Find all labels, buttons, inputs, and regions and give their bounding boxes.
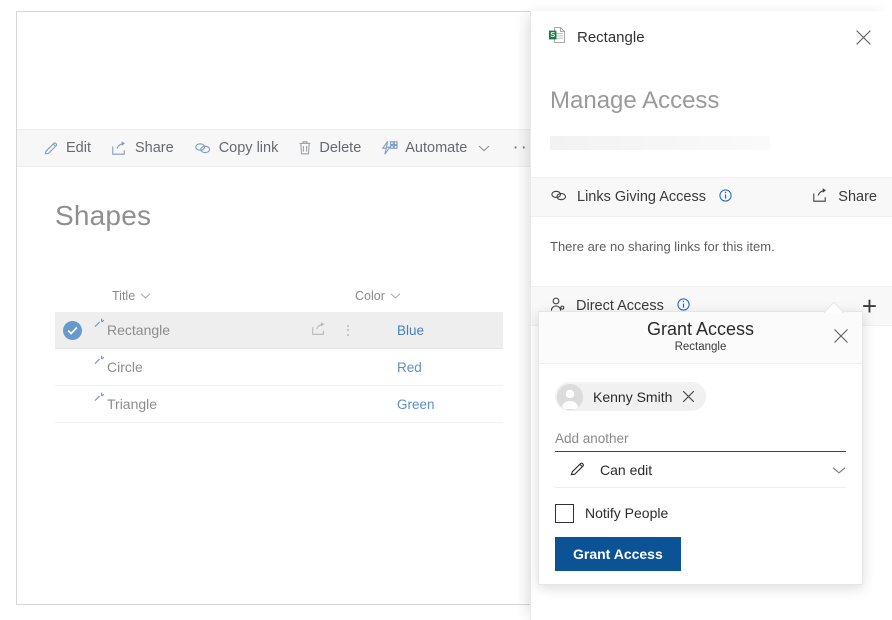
links-empty-message: There are no sharing links for this item… [550, 239, 775, 254]
share-link-button[interactable]: Share [812, 187, 877, 207]
chevron-down-icon [390, 289, 401, 303]
grant-access-submit-button[interactable]: Grant Access [555, 536, 681, 571]
row-color-label: Red [397, 359, 422, 375]
row-color-label: Green [397, 396, 435, 412]
links-giving-access-label: Links Giving Access [577, 189, 706, 205]
command-delete[interactable]: Delete [288, 129, 371, 167]
chevron-down-icon [140, 289, 151, 303]
column-header-color-label: Color [355, 289, 385, 303]
person-chip[interactable]: Kenny Smith [555, 382, 707, 411]
command-edit[interactable]: Edit [33, 129, 101, 167]
row-select-checkbox[interactable] [55, 320, 89, 340]
command-share-label: Share [135, 140, 174, 156]
new-item-sparkle-icon [93, 354, 108, 370]
column-header-color[interactable]: Color [355, 289, 401, 303]
add-another-input[interactable]: Add another [555, 431, 846, 452]
row-color-label: Blue [397, 322, 425, 338]
page-title: Shapes [55, 200, 152, 231]
notify-people-label: Notify People [585, 505, 669, 521]
svg-text:S: S [550, 32, 555, 39]
new-item-sparkle-icon [93, 317, 108, 333]
table-row[interactable]: Circle Red [55, 349, 503, 386]
notify-people-checkbox[interactable] [555, 503, 574, 523]
notify-people-row[interactable]: Notify People [555, 503, 846, 523]
row-title-label: Circle [107, 359, 143, 375]
list-header-row: Title Color [55, 280, 503, 312]
chevron-down-icon [832, 462, 846, 478]
link-icon [550, 189, 568, 206]
row-title-cell[interactable]: Circle [89, 355, 311, 375]
checkmark-circle-icon [62, 320, 82, 340]
row-title-label: Triangle [107, 396, 158, 412]
column-header-title[interactable]: Title [55, 289, 355, 303]
callout-close-button[interactable] [828, 323, 854, 349]
row-share-icon[interactable] [311, 321, 327, 339]
panel-item-title: S Rectangle [548, 26, 848, 48]
share-icon [111, 140, 128, 156]
person-chip-remove-icon[interactable] [682, 390, 695, 403]
command-automate[interactable]: Automate [371, 129, 500, 167]
callout-body: Kenny Smith Add another Can edit Notify … [539, 364, 862, 571]
command-edit-label: Edit [66, 140, 91, 156]
info-icon[interactable] [719, 189, 732, 205]
row-more-options-icon[interactable] [347, 324, 349, 336]
callout-subtitle: Rectangle [674, 341, 727, 353]
command-share[interactable]: Share [101, 129, 184, 167]
app-root: Edit Share Copy link Delete Automate ···… [0, 0, 892, 620]
share-icon [812, 187, 829, 207]
row-title-cell[interactable]: Triangle [89, 392, 311, 412]
command-automate-label: Automate [405, 140, 468, 156]
panel-item-name: Rectangle [577, 28, 645, 46]
table-row[interactable]: Rectangle Blue [55, 312, 503, 349]
table-row[interactable]: Triangle Green [55, 386, 503, 423]
new-item-sparkle-icon [93, 391, 108, 407]
row-title-label: Rectangle [107, 322, 171, 338]
person-chip-name: Kenny Smith [593, 388, 673, 405]
chevron-down-icon [478, 144, 490, 153]
permission-value: Can edit [600, 462, 653, 478]
callout-header: Grant Access Rectangle [539, 312, 862, 364]
trash-icon [298, 140, 312, 156]
pencil-icon [43, 140, 59, 156]
panel-header: S Rectangle [531, 11, 892, 63]
share-link-label: Share [838, 189, 877, 205]
callout-title-group: Grant Access Rectangle [647, 312, 754, 353]
command-delete-label: Delete [319, 140, 362, 156]
grant-access-callout: Grant Access Rectangle Kenny Smith Add a… [538, 311, 863, 585]
panel-close-button[interactable] [848, 22, 878, 52]
panel-heading: Manage Access [550, 87, 720, 114]
items-list: Title Color Rectangle Blue Circle Red Tr… [55, 280, 503, 423]
permission-dropdown[interactable]: Can edit [555, 454, 846, 488]
panel-placeholder-bar [550, 136, 770, 150]
automate-icon [381, 140, 398, 156]
command-copy-link-label: Copy link [218, 140, 279, 156]
links-giving-access-label-group: Links Giving Access [550, 189, 812, 206]
pencil-icon [569, 460, 586, 480]
command-copy-link[interactable]: Copy link [184, 129, 289, 167]
callout-beak [824, 302, 844, 313]
column-header-title-label: Title [112, 289, 136, 303]
link-icon [194, 141, 212, 155]
excel-file-icon: S [548, 26, 566, 48]
row-title-cell[interactable]: Rectangle [89, 318, 311, 338]
avatar [557, 383, 583, 410]
callout-title: Grant Access [646, 319, 755, 339]
links-giving-access-section-header: Links Giving Access Share [531, 177, 892, 217]
row-actions [311, 321, 397, 339]
